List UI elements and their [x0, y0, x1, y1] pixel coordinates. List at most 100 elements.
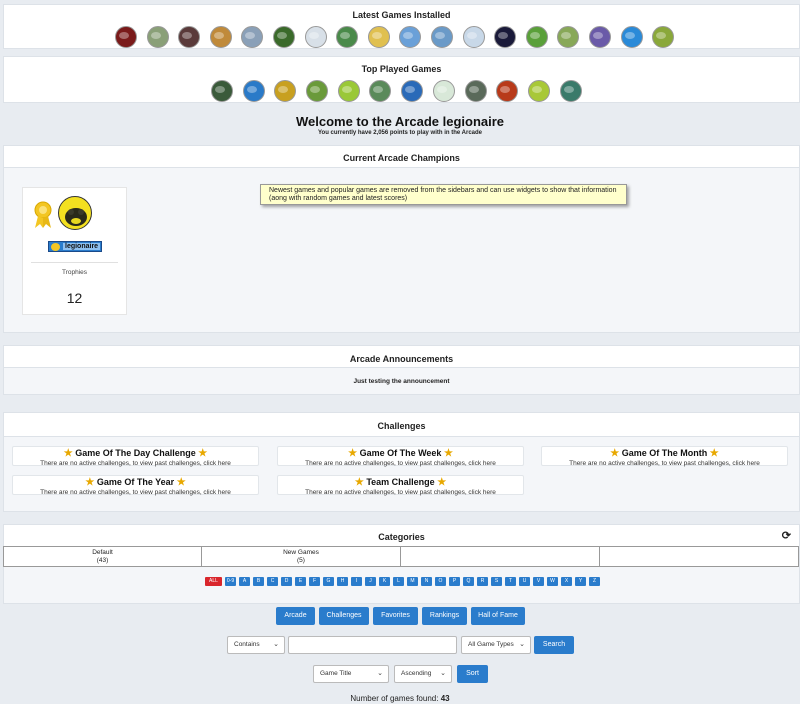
category-new-games[interactable]: New Games (5)	[201, 546, 401, 567]
top-5-thumbnail[interactable]	[337, 80, 360, 102]
top-1-thumbnail[interactable]	[211, 80, 233, 102]
game-16-thumbnail[interactable]	[588, 26, 611, 48]
category-default[interactable]: Default (43)	[3, 546, 202, 567]
category-name: Default	[92, 549, 113, 556]
sort-field-value: Game Title	[320, 670, 352, 677]
challenge-game-of-the-week[interactable]: ★ Game Of The Week ★ There are no active…	[277, 446, 524, 467]
arcade-button[interactable]: Arcade	[276, 607, 315, 625]
top-6-thumbnail[interactable]	[369, 80, 392, 102]
letter-filter-r[interactable]: R	[477, 577, 488, 586]
top-11-thumbnail[interactable]	[527, 80, 550, 102]
letter-filter-i[interactable]: I	[351, 577, 362, 586]
game-12-thumbnail[interactable]	[462, 26, 485, 48]
sort-order-select[interactable]: Ascending ⌄	[394, 665, 452, 683]
challenges-button[interactable]: Challenges	[319, 607, 369, 625]
letter-filter-0-9[interactable]: 0-9	[225, 577, 236, 586]
welcome-header: Welcome to the Arcade legionaire You cur…	[0, 114, 800, 136]
challenge-empty-text[interactable]: There are no active challenges, to view …	[278, 489, 523, 496]
letter-filter-l[interactable]: L	[393, 577, 404, 586]
letter-filter-m[interactable]: M	[407, 577, 418, 586]
chevron-down-icon: ⌄	[519, 641, 525, 648]
latest-games-row	[115, 26, 675, 48]
top-2-thumbnail[interactable]	[242, 80, 265, 102]
challenge-empty-text[interactable]: There are no active challenges, to view …	[278, 460, 523, 467]
top-9-thumbnail[interactable]	[464, 80, 487, 102]
letter-filter-n[interactable]: N	[421, 577, 432, 586]
top-4-thumbnail[interactable]	[306, 80, 329, 102]
letter-filter-d[interactable]: D	[281, 577, 292, 586]
letter-filter-p[interactable]: P	[449, 577, 460, 586]
top-8-thumbnail[interactable]	[432, 80, 455, 102]
top-7-thumbnail[interactable]	[401, 80, 424, 102]
letter-filter-y[interactable]: Y	[575, 577, 586, 586]
sort-order-value: Ascending	[401, 670, 432, 677]
game-14-thumbnail[interactable]	[525, 26, 548, 48]
sort-field-select[interactable]: Game Title ⌄	[313, 665, 389, 683]
letter-filter-s[interactable]: S	[491, 577, 502, 586]
challenge-empty-text[interactable]: There are no active challenges, to view …	[13, 489, 258, 496]
game-3-thumbnail[interactable]	[178, 26, 201, 48]
match-type-select[interactable]: Contains ⌄	[227, 636, 285, 654]
letter-filter-h[interactable]: H	[337, 577, 348, 586]
game-18-thumbnail[interactable]	[652, 26, 675, 48]
letter-filter-k[interactable]: K	[379, 577, 390, 586]
letter-filter-t[interactable]: T	[505, 577, 516, 586]
letter-filter-e[interactable]: E	[295, 577, 306, 586]
champions-header: Current Arcade Champions	[4, 146, 799, 168]
search-input[interactable]	[288, 636, 457, 654]
game-5-thumbnail[interactable]	[241, 26, 264, 48]
letter-filter-v[interactable]: V	[533, 577, 544, 586]
game-type-select[interactable]: All Game Types ⌄	[461, 636, 531, 654]
champion-avatar[interactable]	[58, 196, 92, 230]
game-2-thumbnail[interactable]	[146, 26, 169, 48]
letter-filter-all[interactable]: ALL	[205, 577, 222, 586]
game-4-thumbnail[interactable]	[209, 26, 232, 48]
game-8-thumbnail[interactable]	[336, 26, 359, 48]
game-17-thumbnail[interactable]	[620, 26, 643, 48]
challenge-game-of-the-month[interactable]: ★ Game Of The Month ★ There are no activ…	[541, 446, 788, 467]
top-10-thumbnail[interactable]	[496, 80, 519, 102]
letter-filter-g[interactable]: G	[323, 577, 334, 586]
chevron-down-icon: ⌄	[440, 670, 446, 677]
letter-filter-u[interactable]: U	[519, 577, 530, 586]
game-13-thumbnail[interactable]	[494, 26, 517, 48]
letter-filter-x[interactable]: X	[561, 577, 572, 586]
game-7-thumbnail[interactable]	[304, 26, 327, 48]
challenge-game-of-the-day[interactable]: ★ Game Of The Day Challenge ★ There are …	[12, 446, 259, 467]
search-button[interactable]: Search	[534, 636, 574, 654]
letter-filter-b[interactable]: B	[253, 577, 264, 586]
letter-filter-z[interactable]: Z	[589, 577, 600, 586]
letter-filter-c[interactable]: C	[267, 577, 278, 586]
letter-filter-w[interactable]: W	[547, 577, 558, 586]
champion-card[interactable]: legionaire Trophies 12	[22, 187, 127, 315]
top-3-thumbnail[interactable]	[274, 80, 297, 102]
chevron-down-icon: ⌄	[377, 670, 383, 677]
card-divider	[31, 262, 118, 263]
username-badge[interactable]: legionaire	[48, 241, 102, 252]
game-11-thumbnail[interactable]	[430, 26, 453, 48]
star-icon: ★	[348, 448, 358, 459]
sort-button[interactable]: Sort	[457, 665, 488, 683]
letter-filter-a[interactable]: A	[239, 577, 250, 586]
refresh-icon[interactable]: ⟳	[782, 529, 791, 542]
game-1-thumbnail[interactable]	[115, 26, 137, 48]
challenge-team[interactable]: ★ Team Challenge ★ There are no active c…	[277, 475, 524, 496]
hall-of-fame-button[interactable]: Hall of Fame	[471, 607, 525, 625]
favorites-button[interactable]: Favorites	[373, 607, 418, 625]
game-9-thumbnail[interactable]	[367, 26, 390, 48]
letter-filter-o[interactable]: O	[435, 577, 446, 586]
letter-filter-f[interactable]: F	[309, 577, 320, 586]
challenge-title: Team Challenge	[366, 477, 435, 487]
challenge-empty-text[interactable]: There are no active challenges, to view …	[13, 460, 258, 467]
game-10-thumbnail[interactable]	[399, 26, 422, 48]
rankings-button[interactable]: Rankings	[422, 607, 467, 625]
letter-filter-j[interactable]: J	[365, 577, 376, 586]
game-6-thumbnail[interactable]	[272, 26, 295, 48]
top-12-thumbnail[interactable]	[559, 80, 582, 102]
challenge-game-of-the-year[interactable]: ★ Game Of The Year ★ There are no active…	[12, 475, 259, 496]
letter-filter-q[interactable]: Q	[463, 577, 474, 586]
top-played-title: Top Played Games	[361, 64, 442, 74]
star-icon: ★	[63, 448, 73, 459]
game-15-thumbnail[interactable]	[557, 26, 580, 48]
challenge-empty-text[interactable]: There are no active challenges, to view …	[542, 460, 787, 467]
